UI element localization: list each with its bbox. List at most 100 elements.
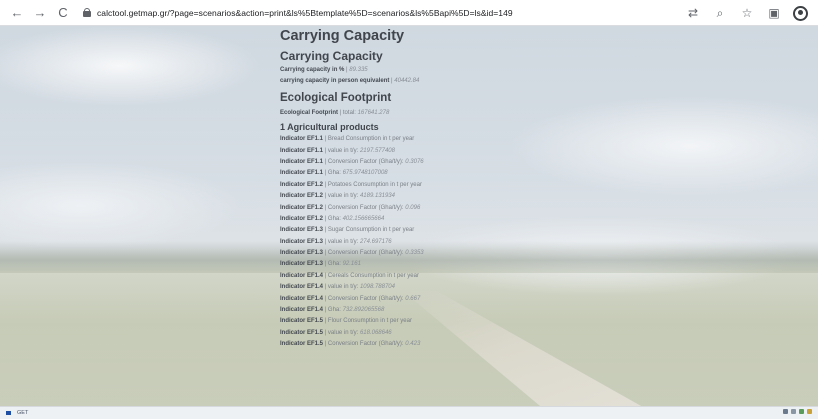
indicator-label: Indicator EF1.3 bbox=[280, 250, 324, 257]
indicator-value: 0.667 bbox=[405, 295, 421, 302]
indicator-sep: | Gha: bbox=[323, 215, 343, 222]
indicator-row: Indicator EF1.3 | Sugar Consumption in t… bbox=[280, 225, 580, 236]
indicator-text: Flour Consumption in t per year bbox=[327, 318, 412, 325]
footprint-total-label: Ecological Footprint bbox=[280, 109, 338, 116]
indicator-sep: | value in t/y: bbox=[323, 193, 360, 200]
indicator-row: Indicator EF1.5 | Conversion Factor (Gha… bbox=[280, 339, 580, 350]
indicator-row: Indicator EF1.1 | Conversion Factor (Gha… bbox=[280, 157, 580, 168]
report-content: Carrying Capacity Carrying Capacity Carr… bbox=[280, 26, 580, 351]
get-label: GET bbox=[17, 410, 29, 416]
indicator-value: 2197.577408 bbox=[359, 147, 395, 154]
browser-toolbar: ← → C calctool.getmap.gr/?page=scenarios… bbox=[0, 0, 818, 26]
zoom-icon[interactable]: ⌕ bbox=[712, 5, 728, 21]
indicator-value: 274.697176 bbox=[359, 238, 392, 245]
carrying-capacity-row: Carrying capacity in % | 89.335 bbox=[280, 65, 580, 76]
indicator-value: 92.161 bbox=[342, 261, 361, 268]
indicator-row: Indicator EF1.4 | Gha: 732.892065568 bbox=[280, 305, 580, 316]
indicator-label: Indicator EF1.5 bbox=[280, 318, 324, 325]
indicator-label: Indicator EF1.1 bbox=[280, 147, 324, 154]
profile-avatar-icon[interactable] bbox=[793, 5, 808, 21]
indicator-list: Indicator EF1.1 | Bread Consumption in t… bbox=[280, 134, 580, 350]
taskbar-get-item[interactable]: GET bbox=[17, 410, 28, 416]
indicator-text: Potatoes Consumption in t per year bbox=[327, 181, 422, 188]
indicator-value: 0.423 bbox=[405, 341, 421, 348]
category-heading: 1 Agricultural products bbox=[280, 122, 379, 133]
indicator-label: Indicator EF1.4 bbox=[280, 307, 324, 314]
bookmark-star-icon[interactable]: ☆ bbox=[739, 5, 755, 21]
indicator-row: Indicator EF1.1 | Bread Consumption in t… bbox=[280, 134, 580, 145]
indicator-sep: | value in t/y: bbox=[323, 147, 360, 154]
indicator-value: 618.068646 bbox=[359, 329, 392, 336]
indicator-sep: | Conversion Factor (Gha/t/y): bbox=[323, 295, 406, 302]
indicator-row: Indicator EF1.2 | Conversion Factor (Gha… bbox=[280, 203, 580, 214]
indicator-value: 40442.84 bbox=[394, 78, 420, 85]
indicator-label: Indicator EF1.4 bbox=[280, 284, 324, 291]
indicator-label: Indicator EF1.1 bbox=[280, 158, 324, 165]
footprint-total-value: 167641.278 bbox=[357, 109, 390, 116]
indicator-sep: | Conversion Factor (Gha/t/y): bbox=[323, 204, 406, 211]
taskbar-app-item[interactable] bbox=[6, 411, 11, 415]
indicator-label: Indicator EF1.3 bbox=[280, 261, 324, 268]
system-tray bbox=[783, 409, 812, 414]
indicator-value: 732.892065568 bbox=[342, 307, 385, 314]
indicator-value: 1098.788704 bbox=[359, 284, 395, 291]
indicator-label: Indicator EF1.3 bbox=[280, 238, 324, 245]
indicator-label: Indicator EF1.1 bbox=[280, 136, 324, 143]
footprint-total-sep: | total: bbox=[338, 109, 358, 116]
lock-icon[interactable] bbox=[83, 8, 91, 17]
indicator-value: 89.335 bbox=[349, 67, 368, 73]
indicator-row: Indicator EF1.2 | Potatoes Consumption i… bbox=[280, 180, 580, 191]
indicator-sep: | Conversion Factor (Gha/t/y): bbox=[323, 158, 406, 165]
indicator-value: 0.096 bbox=[405, 204, 421, 211]
indicator-row: Indicator EF1.1 | value in t/y: 2197.577… bbox=[280, 146, 580, 157]
indicator-label: Indicator EF1.2 bbox=[280, 204, 324, 211]
carrying-capacity-list: Carrying capacity in % | 89.335 carrying … bbox=[280, 65, 580, 88]
indicator-sep: | Conversion Factor (Gha/t/y): bbox=[323, 341, 406, 348]
indicator-label: Carrying capacity in % bbox=[280, 67, 345, 73]
tray-battery-icon[interactable] bbox=[799, 409, 804, 414]
indicator-label: carrying capacity in person equivalent bbox=[280, 78, 390, 85]
app-flag-icon bbox=[6, 411, 11, 415]
indicator-label: Indicator EF1.1 bbox=[280, 170, 324, 177]
tray-notification-icon[interactable] bbox=[807, 409, 812, 414]
indicator-text: Cereals Consumption in t per year bbox=[327, 272, 419, 279]
indicator-value: 675.9748107008 bbox=[342, 170, 388, 177]
indicator-row: Indicator EF1.5 | Flour Consumption in t… bbox=[280, 316, 580, 327]
indicator-row: Indicator EF1.2 | Gha: 402.156665664 bbox=[280, 214, 580, 225]
extensions-icon[interactable]: ▣ bbox=[766, 5, 782, 21]
indicator-sep: | value in t/y: bbox=[323, 238, 360, 245]
page-title: Carrying Capacity bbox=[280, 28, 405, 44]
indicator-value: 0.3076 bbox=[405, 158, 424, 165]
indicator-sep: | value in t/y: bbox=[323, 329, 360, 336]
indicator-row: Indicator EF1.4 | Conversion Factor (Gha… bbox=[280, 294, 580, 305]
indicator-text: Bread Consumption in t per year bbox=[327, 136, 415, 143]
print-page: Carrying Capacity Carrying Capacity Carr… bbox=[0, 26, 818, 406]
indicator-value: 4189.131934 bbox=[359, 193, 395, 200]
indicator-row: Indicator EF1.5 | value in t/y: 618.0686… bbox=[280, 328, 580, 339]
address-bar-url[interactable]: calctool.getmap.gr/?page=scenarios&actio… bbox=[97, 8, 513, 18]
carrying-capacity-heading: Carrying Capacity bbox=[280, 49, 383, 63]
tray-volume-icon[interactable] bbox=[791, 409, 796, 414]
translate-icon[interactable]: ⇄ bbox=[685, 5, 701, 21]
indicator-value: 402.156665664 bbox=[342, 215, 385, 222]
indicator-row: Indicator EF1.2 | value in t/y: 4189.131… bbox=[280, 191, 580, 202]
indicator-row: Indicator EF1.3 | value in t/y: 274.6971… bbox=[280, 237, 580, 248]
forward-arrow-icon[interactable]: → bbox=[32, 5, 48, 21]
indicator-sep: | Gha: bbox=[323, 261, 343, 268]
indicator-label: Indicator EF1.4 bbox=[280, 272, 324, 279]
indicator-sep: | Gha: bbox=[323, 307, 343, 314]
carrying-capacity-row: carrying capacity in person equivalent |… bbox=[280, 76, 580, 87]
footprint-total-row: Ecological Footprint | total: 167641.278 bbox=[280, 108, 580, 119]
indicator-label: Indicator EF1.2 bbox=[280, 215, 324, 222]
tray-network-icon[interactable] bbox=[783, 409, 788, 414]
indicator-row: Indicator EF1.1 | Gha: 675.9748107008 bbox=[280, 168, 580, 179]
indicator-sep: | value in t/y: bbox=[323, 284, 360, 291]
back-arrow-icon[interactable]: ← bbox=[9, 5, 25, 21]
indicator-sep: | Conversion Factor (Gha/t/y): bbox=[323, 250, 406, 257]
ecological-footprint-heading: Ecological Footprint bbox=[280, 91, 392, 104]
indicator-row: Indicator EF1.3 | Conversion Factor (Gha… bbox=[280, 248, 580, 259]
indicator-row: Indicator EF1.4 | value in t/y: 1098.788… bbox=[280, 282, 580, 293]
reload-icon[interactable]: C bbox=[55, 5, 71, 21]
indicator-label: Indicator EF1.5 bbox=[280, 329, 324, 336]
indicator-value: 0.3353 bbox=[405, 250, 424, 257]
